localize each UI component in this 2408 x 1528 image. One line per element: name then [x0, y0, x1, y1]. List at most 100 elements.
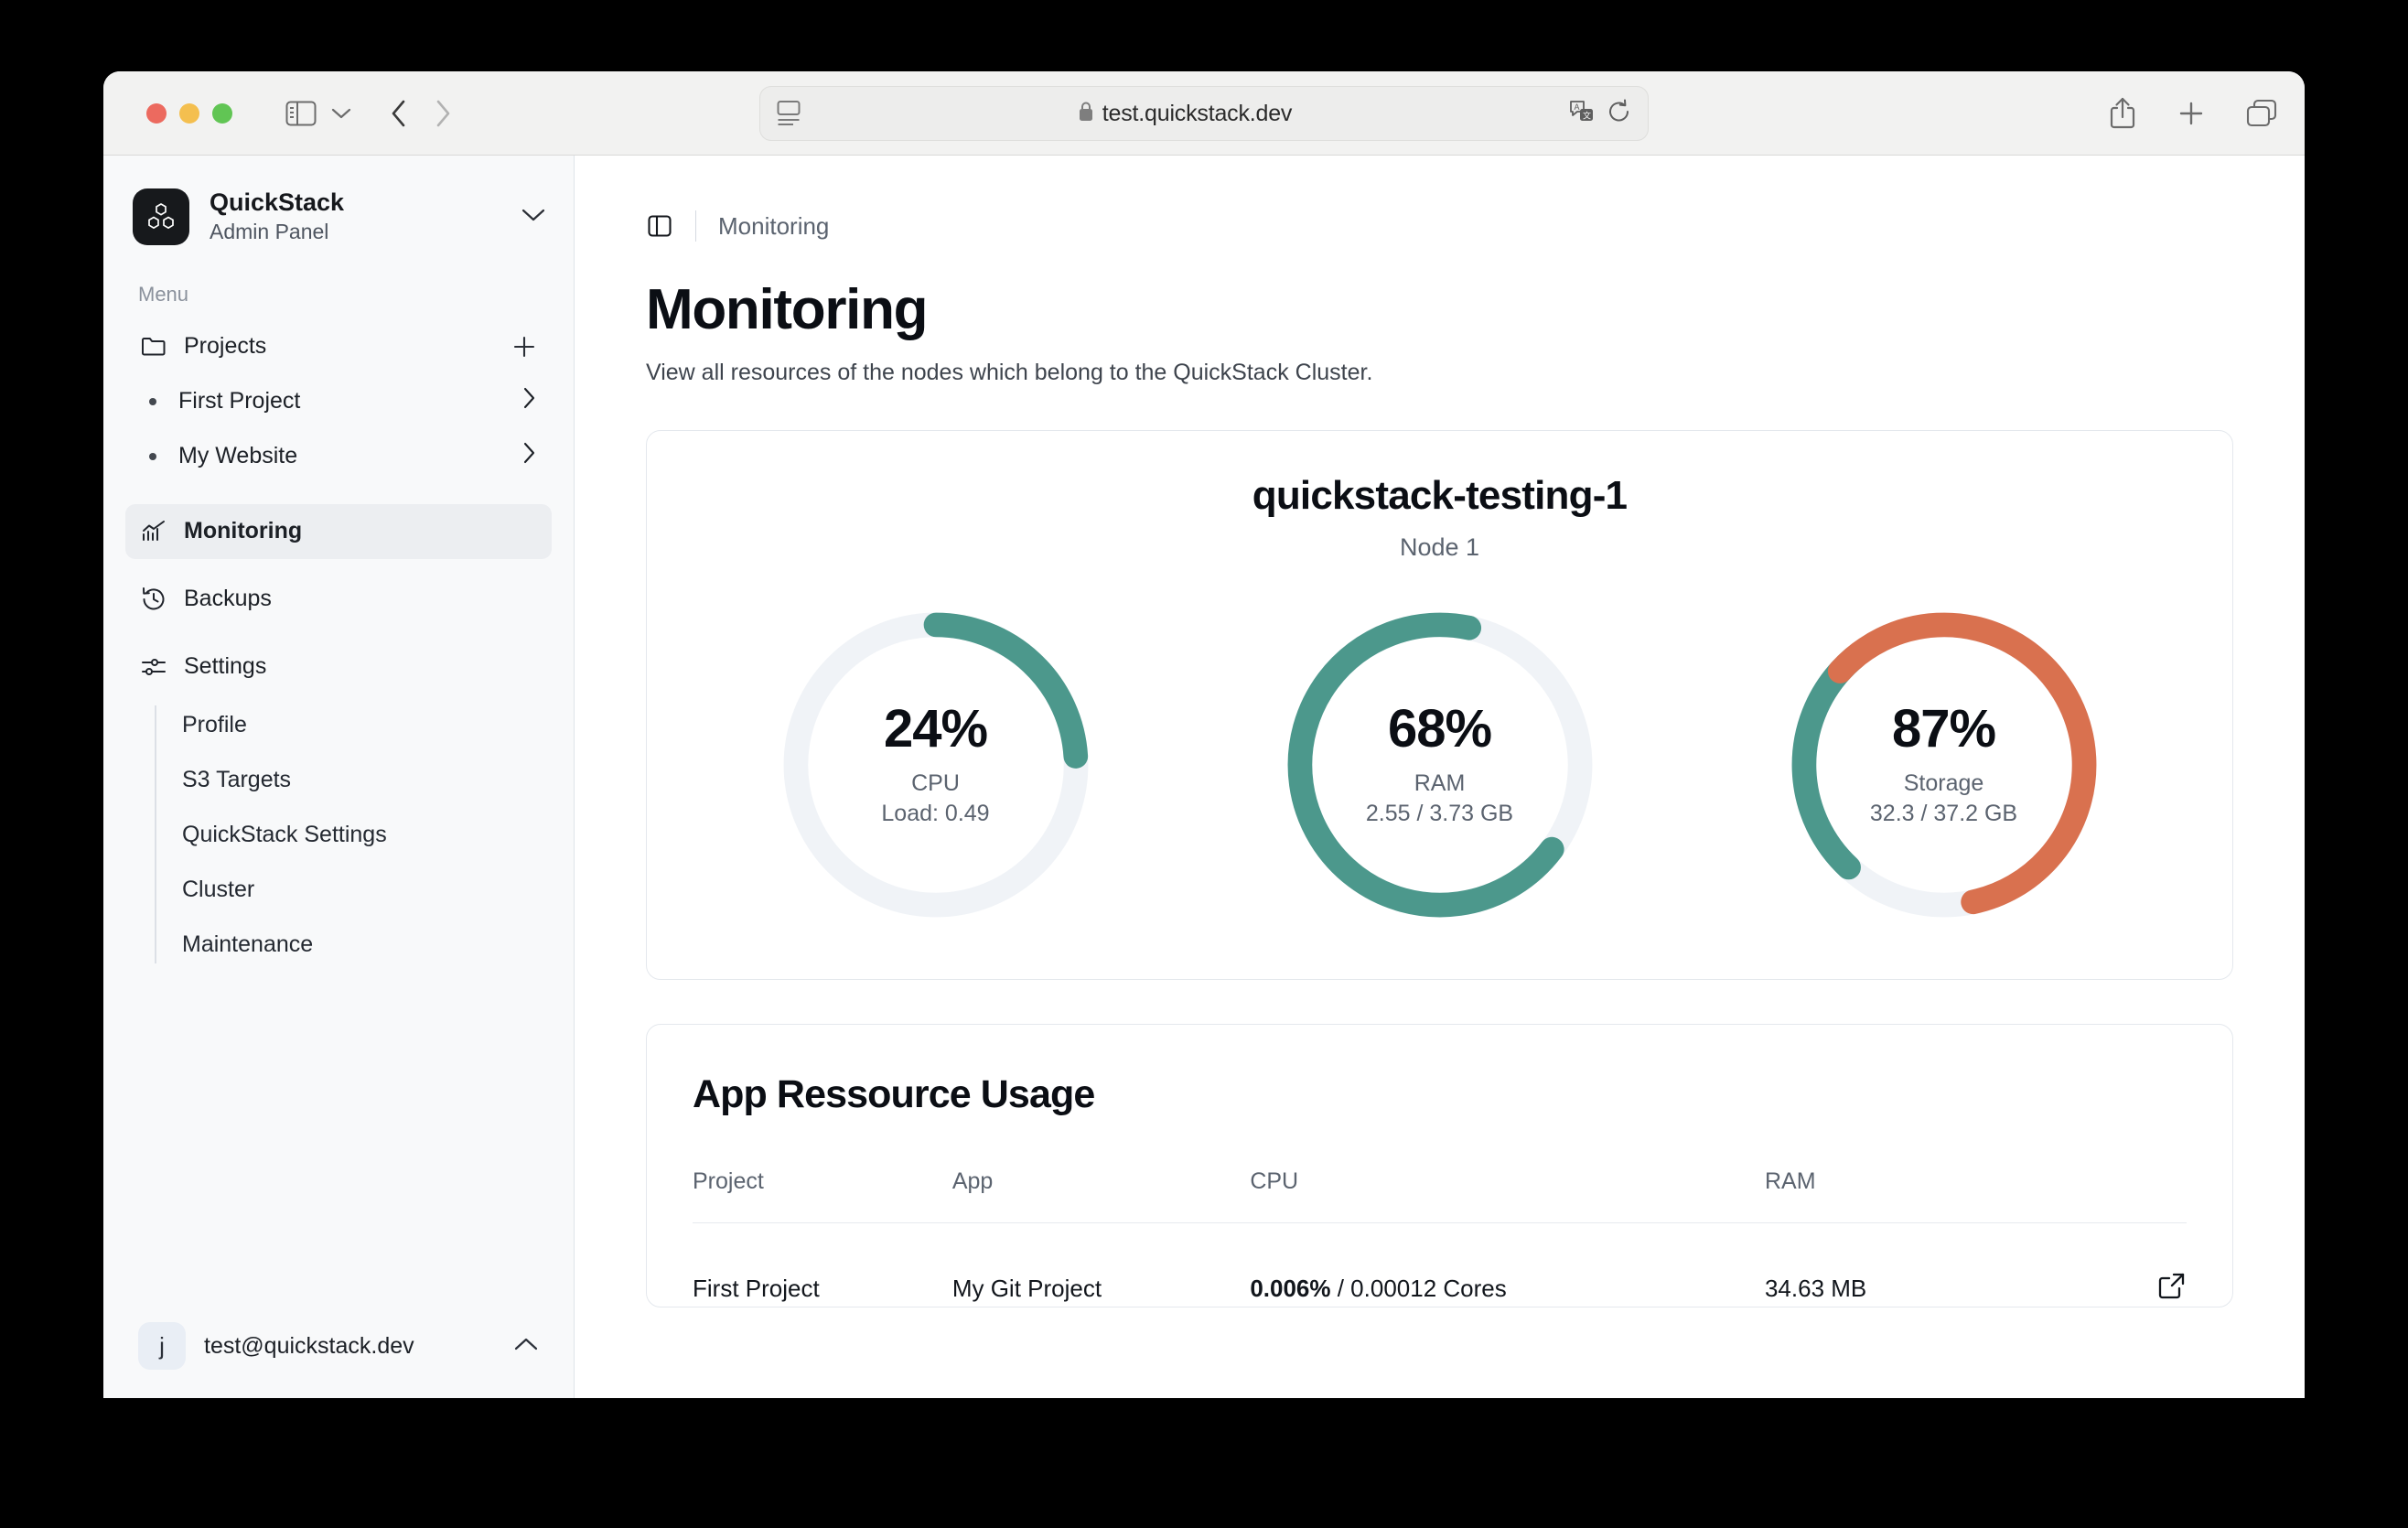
sidebar: QuickStack Admin Panel Menu Projects Fir…: [103, 156, 575, 1398]
tab-overview-icon[interactable]: [2246, 99, 2277, 128]
window-traffic-lights: [146, 102, 232, 124]
brand-switcher[interactable]: QuickStack Admin Panel: [103, 156, 574, 274]
sidebar-item-cluster[interactable]: Cluster: [125, 863, 552, 918]
maximize-window-button[interactable]: [212, 102, 232, 124]
address-bar[interactable]: test.quickstack.dev A 文: [759, 86, 1649, 141]
chevron-right-icon[interactable]: [521, 440, 537, 472]
breadcrumb: Monitoring: [646, 210, 2233, 242]
browser-toolbar: test.quickstack.dev A 文: [103, 71, 2305, 156]
reader-view-icon[interactable]: [777, 100, 801, 127]
share-icon[interactable]: [2109, 97, 2136, 130]
svg-text:文: 文: [1583, 110, 1591, 120]
app-resource-usage-table: Project App CPU RAM First Project My Git…: [693, 1168, 2187, 1307]
quickstack-logo-icon: [133, 188, 189, 246]
add-project-button[interactable]: [511, 334, 537, 360]
brand-name: QuickStack: [210, 188, 345, 216]
folder-icon: [140, 335, 167, 359]
table-body: First Project My Git Project 0.006% / 0.…: [693, 1223, 2187, 1307]
translate-icon[interactable]: A 文: [1569, 100, 1595, 128]
sidebar-item-s3-targets[interactable]: S3 Targets: [125, 753, 552, 808]
user-email: test@quickstack.dev: [204, 1332, 414, 1359]
table-head: Project App CPU RAM: [693, 1168, 2187, 1223]
gauge-storage-svg: [1791, 612, 2096, 918]
node-card: quickstack-testing-1 Node 1 24% CPU Load…: [646, 430, 2233, 981]
sidebar-item-backups[interactable]: Backups: [125, 572, 552, 627]
menu-section-label: Menu: [138, 282, 189, 306]
browser-window: test.quickstack.dev A 文 QuickStack Admin…: [103, 71, 2305, 1398]
cell-actions: [2108, 1223, 2187, 1307]
sidebar-item-label: My Website: [178, 443, 298, 469]
section-title: App Ressource Usage: [693, 1072, 1095, 1117]
column-header-project: Project: [693, 1168, 764, 1195]
sidebar-item-profile[interactable]: Profile: [125, 698, 552, 753]
screen: test.quickstack.dev A 文 QuickStack Admin…: [0, 0, 2408, 1528]
sidebar-item-projects[interactable]: Projects: [125, 319, 552, 374]
settings-rail: [155, 705, 156, 963]
user-account-button[interactable]: j test@quickstack.dev: [125, 1314, 552, 1378]
sidebar-item-label: Backups: [184, 586, 272, 612]
column-header-ram: RAM: [1764, 1168, 1816, 1195]
cell-app: My Git Project: [951, 1275, 1102, 1303]
chart-line-icon: [140, 520, 167, 543]
sidebar-item-my-website[interactable]: My Website: [125, 429, 552, 484]
sidebar-item-monitoring[interactable]: Monitoring: [125, 503, 552, 559]
gauge-cpu-svg: [783, 612, 1088, 918]
sidebar-item-maintenance[interactable]: Maintenance: [125, 918, 552, 973]
forward-arrow-icon[interactable]: [434, 99, 452, 128]
gauge-storage: 87% Storage 32.3 / 37.2 GB: [1781, 602, 2107, 928]
column-header-cpu: CPU: [1250, 1168, 1299, 1195]
main-content: Monitoring Monitoring View all resources…: [575, 156, 2305, 1398]
cell-cpu-percent: 0.006%: [1250, 1275, 1331, 1303]
gauge-cpu: 24% CPU Load: 0.49: [773, 602, 1099, 928]
avatar: j: [138, 1322, 186, 1370]
svg-text:A: A: [1575, 102, 1580, 112]
sidebar-item-label: Monitoring: [184, 518, 303, 544]
lock-icon: [1078, 101, 1094, 127]
address-bar-actions: A 文: [1569, 99, 1631, 129]
column-header-app: App: [951, 1168, 994, 1195]
bullet-icon: [149, 397, 156, 405]
bullet-icon: [149, 452, 156, 460]
chevron-right-icon[interactable]: [521, 385, 537, 417]
table-row[interactable]: First Project My Git Project 0.006% / 0.…: [693, 1223, 2187, 1307]
cell-cpu: 0.006% / 0.00012 Cores: [1250, 1223, 1765, 1307]
sidebar-menu-chevron-down-icon[interactable]: [331, 107, 351, 120]
gauge-group: 24% CPU Load: 0.49 68% RAM 2.55 / 3.73 G…: [683, 602, 2196, 928]
app-body: QuickStack Admin Panel Menu Projects Fir…: [103, 156, 2305, 1398]
breadcrumb-current: Monitoring: [718, 211, 830, 240]
sidebar-item-quickstack-settings[interactable]: QuickStack Settings: [125, 808, 552, 863]
brand-subtitle: Admin Panel: [210, 220, 329, 244]
external-link-icon[interactable]: [2157, 1271, 2187, 1300]
app-resource-usage-card: App Ressource Usage Project App CPU RAM: [646, 1024, 2233, 1308]
breadcrumb-separator: [695, 210, 696, 242]
cell-project: First Project: [693, 1275, 820, 1303]
address-bar-content[interactable]: test.quickstack.dev: [801, 101, 1569, 127]
chevron-down-icon[interactable]: [521, 207, 546, 228]
sidebar-toggle-icon[interactable]: [285, 101, 317, 126]
page-title: Monitoring: [646, 278, 929, 341]
gauge-ram: 68% RAM 2.55 / 3.73 GB: [1277, 602, 1603, 928]
plus-icon[interactable]: [2177, 99, 2206, 128]
column-header-actions: [2108, 1168, 2187, 1223]
node-name: quickstack-testing-1: [1252, 473, 1628, 519]
table-header-row: Project App CPU RAM: [693, 1168, 2187, 1223]
url-text: test.quickstack.dev: [1102, 100, 1293, 126]
cell-ram: 34.63 MB: [1764, 1275, 1867, 1303]
sliders-icon: [140, 656, 167, 678]
page-subtitle: View all resources of the nodes which be…: [646, 360, 1373, 386]
close-window-button[interactable]: [146, 102, 167, 124]
minimize-window-button[interactable]: [179, 102, 199, 124]
sidebar-item-label: First Project: [178, 388, 301, 414]
sidebar-item-first-project[interactable]: First Project: [125, 374, 552, 429]
sidebar-item-label: Projects: [184, 333, 267, 360]
history-icon: [140, 586, 167, 612]
cell-cpu-cores: / 0.00012 Cores: [1330, 1275, 1507, 1303]
reload-icon[interactable]: [1607, 99, 1631, 129]
sidebar-nav: Menu Projects First Project My Website M…: [103, 274, 574, 1314]
sidebar-item-settings[interactable]: Settings: [125, 640, 552, 694]
panel-toggle-icon[interactable]: [646, 212, 673, 240]
settings-subnav: Profile S3 Targets QuickStack Settings C…: [125, 698, 552, 973]
gauge-ram-svg: [1287, 612, 1592, 918]
back-arrow-icon[interactable]: [390, 99, 408, 128]
chevron-up-icon[interactable]: [513, 1336, 539, 1357]
